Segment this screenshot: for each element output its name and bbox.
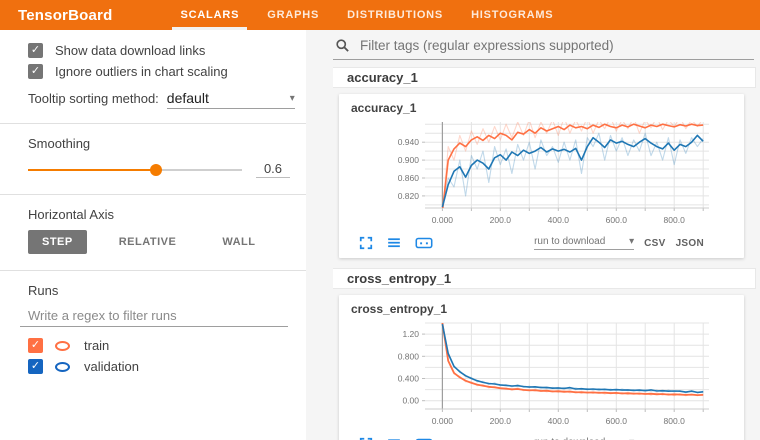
fit-domain-icon[interactable] — [415, 236, 433, 250]
slider-track-filled — [28, 169, 156, 171]
svg-text:800.0: 800.0 — [664, 215, 686, 225]
svg-text:0.900: 0.900 — [398, 155, 420, 165]
svg-text:0.400: 0.400 — [398, 374, 420, 384]
settings-sidebar: ✓ Show data download links ✓ Ignore outl… — [0, 30, 306, 440]
tag-group-cross-entropy[interactable]: cross_entropy_1 — [333, 268, 756, 289]
run-to-download-select[interactable]: run to download ▾ — [534, 236, 634, 250]
run-validation-checkbox[interactable]: ✓ — [28, 359, 43, 374]
json-download-link[interactable]: JSON — [676, 238, 704, 249]
smoothing-label: Smoothing — [0, 134, 306, 157]
slider-track-empty — [156, 169, 242, 171]
tab-bar: SCALARS GRAPHS DISTRIBUTIONS HISTOGRAMS — [166, 0, 567, 30]
runs-label: Runs — [0, 281, 306, 304]
axis-relative-button[interactable]: RELATIVE — [105, 230, 191, 254]
axis-wall-button[interactable]: WALL — [208, 230, 269, 254]
accuracy-line-chart[interactable]: 0.820 0.860 0.900 0.940 0.000 200.0 400.0 600.0… — [379, 116, 744, 235]
expand-chart-icon[interactable] — [359, 236, 373, 250]
app-header: TensorBoard SCALARS GRAPHS DISTRIBUTIONS… — [0, 0, 760, 30]
divider — [0, 194, 306, 195]
run-train-label: train — [84, 338, 109, 353]
tag-filter-placeholder: Filter tags (regular expressions support… — [360, 38, 614, 53]
svg-text:400.0: 400.0 — [548, 215, 570, 225]
divider — [0, 123, 306, 124]
runs-filter-input[interactable] — [20, 306, 288, 327]
tooltip-sorting-value: default — [167, 90, 209, 106]
run-validation-label: validation — [84, 359, 139, 374]
search-icon — [335, 38, 350, 53]
tag-group-accuracy[interactable]: accuracy_1 — [333, 67, 756, 88]
svg-text:600.0: 600.0 — [606, 215, 628, 225]
app-title: TensorBoard — [0, 0, 130, 30]
tooltip-sorting-select[interactable]: default ▾ — [167, 90, 295, 109]
chevron-down-icon: ▾ — [629, 236, 634, 247]
divider — [0, 270, 306, 271]
smoothing-slider[interactable] — [28, 163, 242, 177]
svg-text:0.940: 0.940 — [398, 137, 420, 147]
toggle-runs-icon[interactable] — [386, 236, 402, 250]
svg-text:0.00: 0.00 — [402, 396, 419, 406]
svg-text:200.0: 200.0 — [490, 416, 512, 426]
show-download-links-checkbox[interactable]: ✓ — [28, 43, 43, 58]
svg-text:0.820: 0.820 — [398, 191, 420, 201]
tab-scalars[interactable]: SCALARS — [166, 0, 253, 30]
axis-step-button[interactable]: STEP — [28, 230, 87, 254]
tab-distributions[interactable]: DISTRIBUTIONS — [333, 0, 457, 30]
slider-knob[interactable] — [150, 164, 162, 176]
ignore-outliers-checkbox[interactable]: ✓ — [28, 64, 43, 79]
svg-text:0.800: 0.800 — [398, 351, 420, 361]
ignore-outliers-label: Ignore outliers in chart scaling — [55, 64, 228, 79]
horizontal-axis-label: Horizontal Axis — [0, 205, 306, 228]
csv-download-link[interactable]: CSV — [644, 238, 665, 249]
svg-text:200.0: 200.0 — [490, 215, 512, 225]
svg-text:0.000: 0.000 — [432, 215, 454, 225]
svg-text:0.000: 0.000 — [432, 416, 454, 426]
svg-text:800.0: 800.0 — [664, 416, 686, 426]
chevron-down-icon: ▾ — [290, 93, 295, 104]
tab-graphs[interactable]: GRAPHS — [253, 0, 333, 30]
tag-filter[interactable]: Filter tags (regular expressions support… — [333, 36, 754, 60]
chart-card-cross-entropy: cross_entropy_1 0.00 0.400 0.800 1.20 0.000 2… — [339, 295, 744, 440]
tab-histograms[interactable]: HISTOGRAMS — [457, 0, 567, 30]
cross-entropy-line-chart[interactable]: 0.00 0.400 0.800 1.20 0.000 200.0 400.0 600.0 80… — [379, 317, 744, 436]
svg-text:0.860: 0.860 — [398, 173, 420, 183]
show-download-links-label: Show data download links — [55, 43, 205, 58]
svg-text:400.0: 400.0 — [548, 416, 570, 426]
svg-text:1.20: 1.20 — [402, 329, 419, 339]
run-to-download-label: run to download — [534, 236, 605, 247]
chart-title: cross_entropy_1 — [351, 302, 744, 316]
dashboard-main: Filter tags (regular expressions support… — [306, 30, 760, 440]
run-train-checkbox[interactable]: ✓ — [28, 338, 43, 353]
chart-title: accuracy_1 — [351, 101, 744, 115]
run-train-color-swatch — [55, 341, 70, 351]
chart-card-accuracy: accuracy_1 0.820 0.860 0.900 0.940 0.000 200.… — [339, 94, 744, 258]
run-validation-color-swatch — [55, 362, 70, 372]
smoothing-value-input[interactable]: 0.6 — [256, 161, 290, 178]
tooltip-sorting-label: Tooltip sorting method: — [28, 91, 159, 106]
svg-text:600.0: 600.0 — [606, 416, 628, 426]
